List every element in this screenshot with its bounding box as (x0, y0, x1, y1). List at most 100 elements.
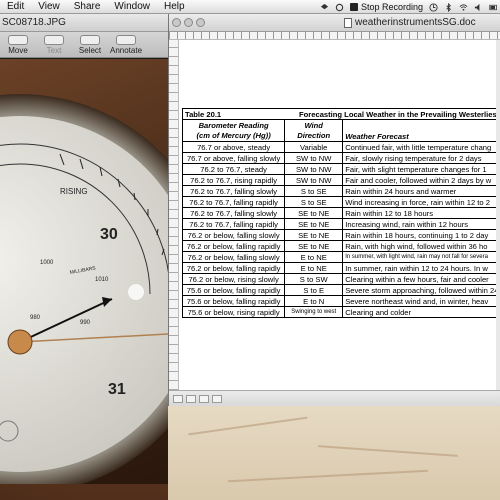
cell-weather-forecast: Fair, slowly rising temperature for 2 da… (342, 152, 500, 164)
stop-recording-label: Stop Recording (360, 2, 423, 12)
stop-recording-button[interactable]: Stop Recording (349, 2, 423, 12)
header-barometer-line1: Barometer Reading (198, 120, 269, 130)
cell-barometer-reading: 76.2 or below, falling rapidly (181, 240, 286, 252)
minimize-window-button[interactable] (184, 18, 193, 27)
sync-icon[interactable] (335, 3, 344, 12)
hand-icon (8, 35, 28, 45)
menu-edit[interactable]: Edit (0, 1, 31, 12)
cell-weather-forecast: Severe storm approaching, followed withi… (342, 284, 500, 296)
cell-weather-forecast: Rain within 12 to 18 hours (342, 207, 500, 219)
preview-toolbar: Move Text Select Annotate (0, 32, 168, 58)
cell-barometer-reading: 76.2 to 76.7, falling slowly (181, 185, 286, 197)
cell-wind-direction: S to E (284, 284, 344, 296)
document-filename: weatherinstrumentsSG.doc (355, 17, 476, 28)
cell-weather-forecast: Fair, with slight temperature changes fo… (342, 163, 500, 175)
tick-label-990: 990 (80, 320, 91, 326)
select-tool-button[interactable]: Select (72, 35, 108, 55)
cell-barometer-reading: 76.2 to 76.7, falling rapidly (181, 196, 286, 208)
wifi-icon[interactable] (459, 3, 468, 12)
table-header-row: Barometer Reading (cm of Mercury (Hg)) W… (181, 119, 500, 142)
text-cursor-icon (44, 35, 64, 45)
cell-weather-forecast: Continued fair, with little temperature … (342, 141, 500, 153)
cell-weather-forecast: Clearing within a few hours, fair and co… (342, 273, 500, 285)
publishing-view-button[interactable] (199, 394, 209, 403)
print-view-button[interactable] (212, 394, 222, 403)
select-icon (80, 35, 100, 45)
tick-label-980: 980 (30, 315, 41, 321)
menu-share[interactable]: Share (67, 1, 108, 12)
document-title-bar[interactable]: weatherinstrumentsSG.doc (169, 14, 500, 32)
move-tool-button[interactable]: Move (0, 35, 36, 55)
header-barometer: Barometer Reading (cm of Mercury (Hg)) (181, 119, 286, 142)
dial-number-31: 31 (108, 381, 126, 398)
glass-reflection (128, 284, 144, 300)
table-row: 76.2 to 76.7, steady SW to NW Fair, with s… (181, 163, 500, 175)
pencil-icon (116, 35, 136, 45)
table-caption-row: Table 20.1 Forecasting Local Weather in … (181, 108, 500, 120)
cell-wind-direction: SE to NE (284, 240, 344, 252)
cell-weather-forecast: In summer, with light wind, rain may not… (342, 251, 500, 263)
word-document-window: weatherinstrumentsSG.doc Table 20.1 Fore… (168, 14, 500, 406)
cell-weather-forecast: Wind increasing in force, rain within 12… (342, 196, 500, 208)
table-row: 76.2 or below, falling slowly E to NE In s… (181, 251, 500, 263)
window-controls (172, 18, 205, 27)
forecast-table: Table 20.1 Forecasting Local Weather in … (181, 108, 500, 318)
outline-view-button[interactable] (186, 394, 196, 403)
battery-icon[interactable] (489, 3, 498, 12)
cell-wind-direction: SW to NW (284, 174, 344, 186)
horizontal-ruler[interactable] (169, 32, 500, 40)
cell-weather-forecast: In summer, rain within 12 to 24 hours. I… (342, 262, 500, 274)
table-row: 76.2 or below, falling slowly SE to NE Rai… (181, 229, 500, 241)
header-forecast: Weather Forecast (342, 119, 500, 142)
table-row: 75.6 or below, falling rapidly S to E Seve… (181, 284, 500, 296)
header-wind-line1: Wind (304, 120, 323, 130)
vertical-ruler[interactable] (169, 40, 179, 390)
header-wind: Wind Direction (284, 119, 344, 142)
cell-barometer-reading: 76.7 or above, steady (181, 141, 286, 153)
table-row: 76.2 to 76.7, falling rapidly SE to NE Inc… (181, 218, 500, 230)
cell-barometer-reading: 75.6 or below, rising rapidly (181, 306, 286, 318)
cell-wind-direction: SW to NW (284, 152, 344, 164)
cell-barometer-reading: 76.2 or below, rising slowly (181, 273, 286, 285)
cell-wind-direction: S to SE (284, 196, 344, 208)
table-row: 76.2 to 76.7, falling slowly SE to NE Rain… (181, 207, 500, 219)
annotate-tool-button[interactable]: Annotate (108, 35, 144, 55)
cell-barometer-reading: 76.2 to 76.7, steady (181, 163, 286, 175)
cell-barometer-reading: 76.7 or above, falling slowly (181, 152, 286, 164)
volume-icon[interactable] (474, 3, 483, 12)
table-caption: Forecasting Local Weather in the Prevail… (284, 108, 500, 120)
document-page[interactable]: Table 20.1 Forecasting Local Weather in … (181, 40, 500, 390)
cell-weather-forecast: Rain within 24 hours and warmer (342, 185, 500, 197)
tick-label-1000: 1000 (40, 260, 54, 266)
menu-view[interactable]: View (31, 1, 67, 12)
cell-wind-direction: SE to NE (284, 207, 344, 219)
rising-label: RISING (60, 187, 88, 196)
cell-weather-forecast: Clearing and colder (342, 306, 500, 318)
vertical-scrollbar[interactable] (496, 40, 500, 390)
cell-barometer-reading: 75.6 or below, falling rapidly (181, 295, 286, 307)
close-window-button[interactable] (172, 18, 181, 27)
text-tool-button[interactable]: Text (36, 35, 72, 55)
preview-title-bar[interactable]: SC08718.JPG (0, 14, 168, 32)
cell-wind-direction: SW to NW (284, 163, 344, 175)
time-machine-icon[interactable] (429, 2, 438, 12)
bluetooth-icon[interactable] (444, 2, 453, 12)
cell-wind-direction: Swinging to west (284, 306, 344, 318)
header-wind-line2: Direction (297, 130, 331, 140)
table-row: 76.7 or above, steady Variable Continued f… (181, 141, 500, 153)
cell-wind-direction: S to SW (284, 273, 344, 285)
menu-help[interactable]: Help (157, 1, 192, 12)
draft-view-button[interactable] (173, 394, 183, 403)
cell-barometer-reading: 76.2 to 76.7, falling slowly (181, 207, 286, 219)
zoom-window-button[interactable] (196, 18, 205, 27)
barometer-photo: RISING 30 31 1000 1010 980 990 MILLIBARS (0, 59, 168, 484)
barometer-image: RISING 30 31 1000 1010 980 990 MILLIBARS (0, 94, 168, 484)
header-barometer-line2: (cm of Mercury (Hg)) (196, 130, 271, 140)
cell-weather-forecast: Increasing wind, rain within 12 hours (342, 218, 500, 230)
cell-wind-direction: E to NE (284, 251, 344, 263)
table-row: 76.2 to 76.7, falling rapidly S to SE Wind… (181, 196, 500, 208)
dropbox-icon[interactable] (320, 3, 329, 12)
move-tool-label: Move (8, 46, 28, 55)
cell-weather-forecast: Rain, with high wind, followed within 36… (342, 240, 500, 252)
menu-window[interactable]: Window (107, 1, 157, 12)
